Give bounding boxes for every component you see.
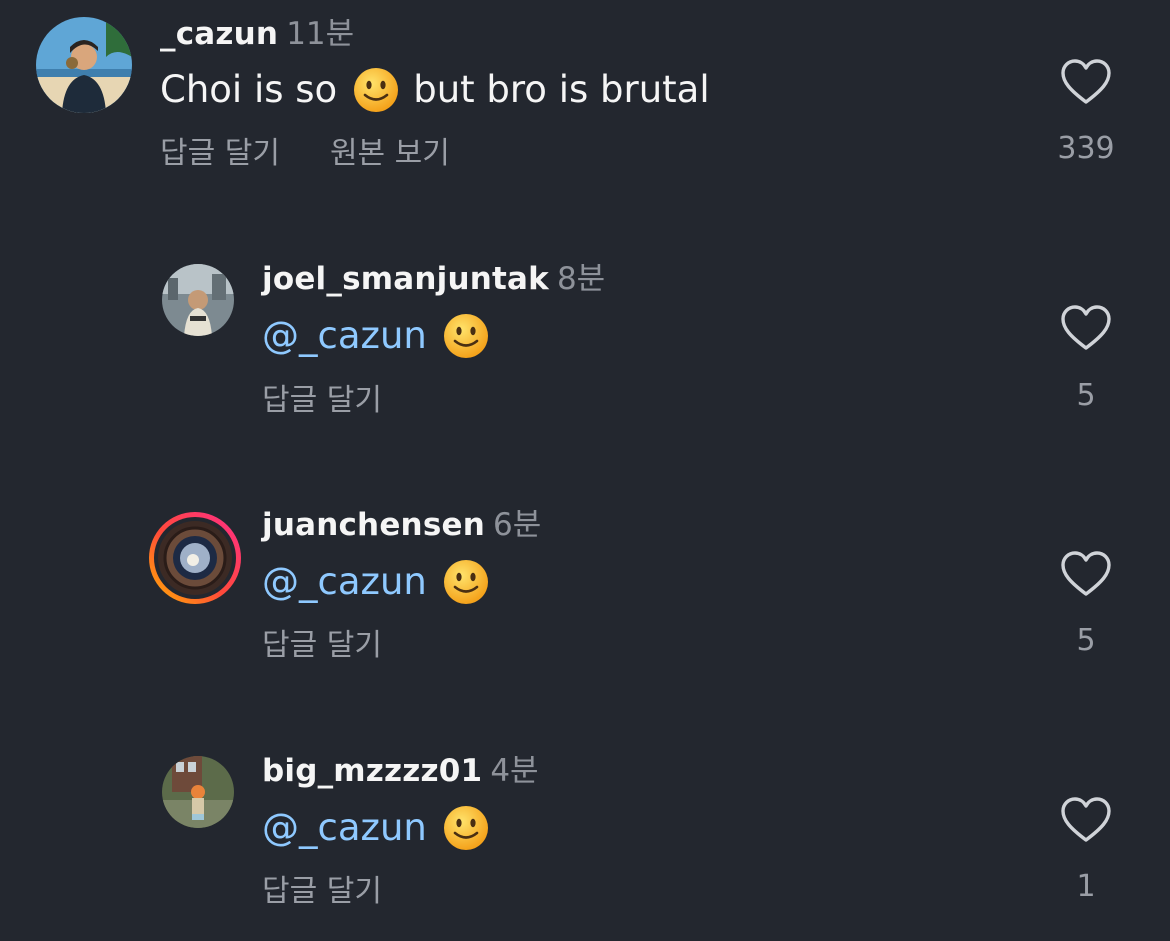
comment-header: juanchensen 6분 bbox=[262, 507, 541, 543]
mention-link[interactable]: @_cazun bbox=[262, 806, 427, 850]
heart-icon[interactable] bbox=[1060, 796, 1112, 844]
timestamp: 4분 bbox=[490, 753, 539, 789]
comment-header: joel_smanjuntak 8분 bbox=[262, 261, 605, 297]
like-count: 5 bbox=[1076, 623, 1096, 658]
avatar-image bbox=[36, 17, 132, 113]
comment-header: big_mzzzz01 4분 bbox=[262, 753, 539, 789]
comment-text: @_cazun bbox=[262, 805, 503, 851]
comment-actions: 답글 달기 원본 보기 bbox=[160, 136, 450, 172]
avatar[interactable] bbox=[36, 17, 132, 113]
comment-actions: 답글 달기 bbox=[262, 874, 382, 910]
avatar[interactable] bbox=[162, 756, 234, 828]
comment-text: Choi is so but bro is brutal bbox=[160, 67, 710, 113]
like-count: 1 bbox=[1076, 869, 1096, 904]
comment-text: @_cazun bbox=[262, 559, 503, 605]
timestamp: 8분 bbox=[556, 261, 606, 297]
like-count: 5 bbox=[1076, 378, 1096, 413]
timestamp: 11분 bbox=[286, 16, 355, 52]
comment-header: _cazun 11분 bbox=[160, 16, 354, 52]
slightly-smiling-face-icon bbox=[443, 805, 489, 851]
comment-text: @_cazun bbox=[262, 313, 503, 359]
like-count: 339 bbox=[1057, 131, 1115, 166]
reply-button[interactable]: 답글 달기 bbox=[262, 628, 382, 663]
username[interactable]: juanchensen bbox=[262, 507, 485, 543]
heart-icon[interactable] bbox=[1060, 304, 1112, 352]
comment-actions: 답글 달기 bbox=[262, 383, 382, 419]
slightly-smiling-face-icon bbox=[443, 559, 489, 605]
heart-icon[interactable] bbox=[1060, 58, 1112, 106]
mention-link[interactable]: @_cazun bbox=[262, 314, 427, 358]
timestamp: 6분 bbox=[492, 507, 542, 543]
slightly-smiling-face-icon bbox=[353, 67, 399, 113]
mention-link[interactable]: @_cazun bbox=[262, 560, 427, 604]
slightly-smiling-face-icon bbox=[443, 313, 489, 359]
reply-button[interactable]: 답글 달기 bbox=[262, 874, 382, 909]
reply-button[interactable]: 답글 달기 bbox=[160, 136, 280, 171]
reply-button[interactable]: 답글 달기 bbox=[262, 383, 382, 418]
comment-text-part: Choi is so bbox=[160, 68, 338, 111]
avatar-image bbox=[162, 264, 234, 336]
username[interactable]: joel_smanjuntak bbox=[262, 261, 549, 297]
heart-icon[interactable] bbox=[1060, 550, 1112, 598]
username[interactable]: big_mzzzz01 bbox=[262, 753, 482, 789]
avatar-image bbox=[149, 512, 241, 604]
avatar[interactable] bbox=[162, 264, 234, 336]
username[interactable]: _cazun bbox=[160, 16, 278, 52]
avatar-image bbox=[162, 756, 234, 828]
avatar[interactable] bbox=[147, 510, 243, 606]
comment-actions: 답글 달기 bbox=[262, 628, 382, 664]
comment-text-part: but bro is brutal bbox=[413, 68, 710, 111]
see-original-button[interactable]: 원본 보기 bbox=[330, 136, 450, 171]
